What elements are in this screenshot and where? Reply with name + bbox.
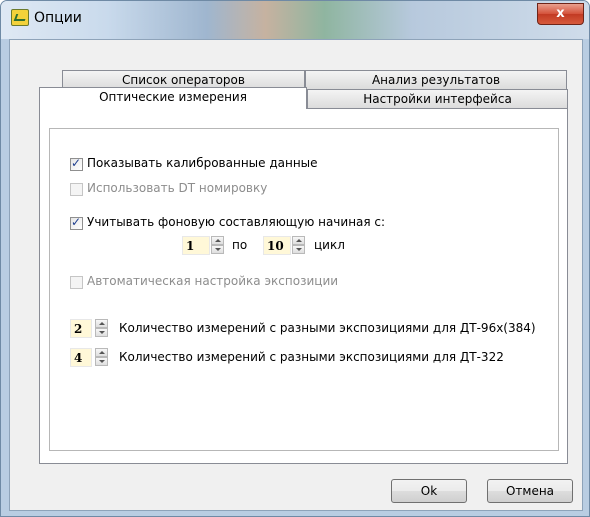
arrow-up-icon[interactable] [292, 236, 305, 245]
cycle-from-spinner[interactable] [211, 236, 224, 255]
cycle-to-input[interactable]: 10 [263, 236, 291, 255]
options-window: Опции x Список операторов Анализ результ… [0, 0, 590, 517]
exposures-dt96-input[interactable]: 2 [70, 319, 92, 338]
cancel-button[interactable]: Отмена [487, 479, 573, 503]
tab-optical-measurements[interactable]: Оптические измерения [39, 87, 307, 109]
close-button[interactable]: x [537, 3, 584, 25]
window-title: Опции [34, 10, 82, 26]
auto-exposure-label: Автоматическая настройка экспозиции [87, 274, 339, 288]
cycle-from-input[interactable]: 1 [182, 236, 210, 255]
exposures-dt322-spinner[interactable] [95, 348, 108, 367]
use-dt-numbering-checkbox[interactable] [70, 183, 83, 196]
arrow-up-icon[interactable] [95, 348, 108, 357]
show-calibrated-label: Показывать калиброванные данные [87, 156, 318, 170]
arrow-up-icon[interactable] [211, 236, 224, 245]
background-subtract-checkbox[interactable] [70, 215, 83, 230]
arrow-up-icon[interactable] [95, 319, 108, 328]
arrow-down-icon[interactable] [292, 245, 305, 254]
exposures-dt96-label: Количество измерений с разными экспозици… [119, 321, 536, 335]
app-icon [11, 9, 29, 26]
arrow-down-icon[interactable] [95, 357, 108, 366]
cycle-unit-label: цикл [314, 238, 345, 252]
exposures-dt322-input[interactable]: 4 [70, 348, 92, 367]
group-frame [49, 128, 559, 451]
tab-interface-settings[interactable]: Настройки интерфейса [307, 89, 568, 108]
exposures-dt96-spinner[interactable] [95, 319, 108, 338]
arrow-down-icon[interactable] [95, 328, 108, 337]
title-bar[interactable]: Опции x [1, 1, 589, 39]
use-dt-numbering-label: Использовать DT номировку [87, 181, 268, 195]
show-calibrated-checkbox[interactable] [70, 156, 83, 171]
exposures-dt322-label: Количество измерений с разными экспозици… [119, 350, 504, 364]
background-subtract-label: Учитывать фоновую составляющую начиная с… [87, 215, 386, 229]
tab-results-analysis[interactable]: Анализ результатов [305, 70, 567, 89]
ok-button[interactable]: Ok [391, 479, 467, 503]
auto-exposure-checkbox[interactable] [70, 276, 83, 289]
range-separator-label: по [232, 238, 248, 252]
cycle-to-spinner[interactable] [292, 236, 305, 255]
arrow-down-icon[interactable] [211, 245, 224, 254]
